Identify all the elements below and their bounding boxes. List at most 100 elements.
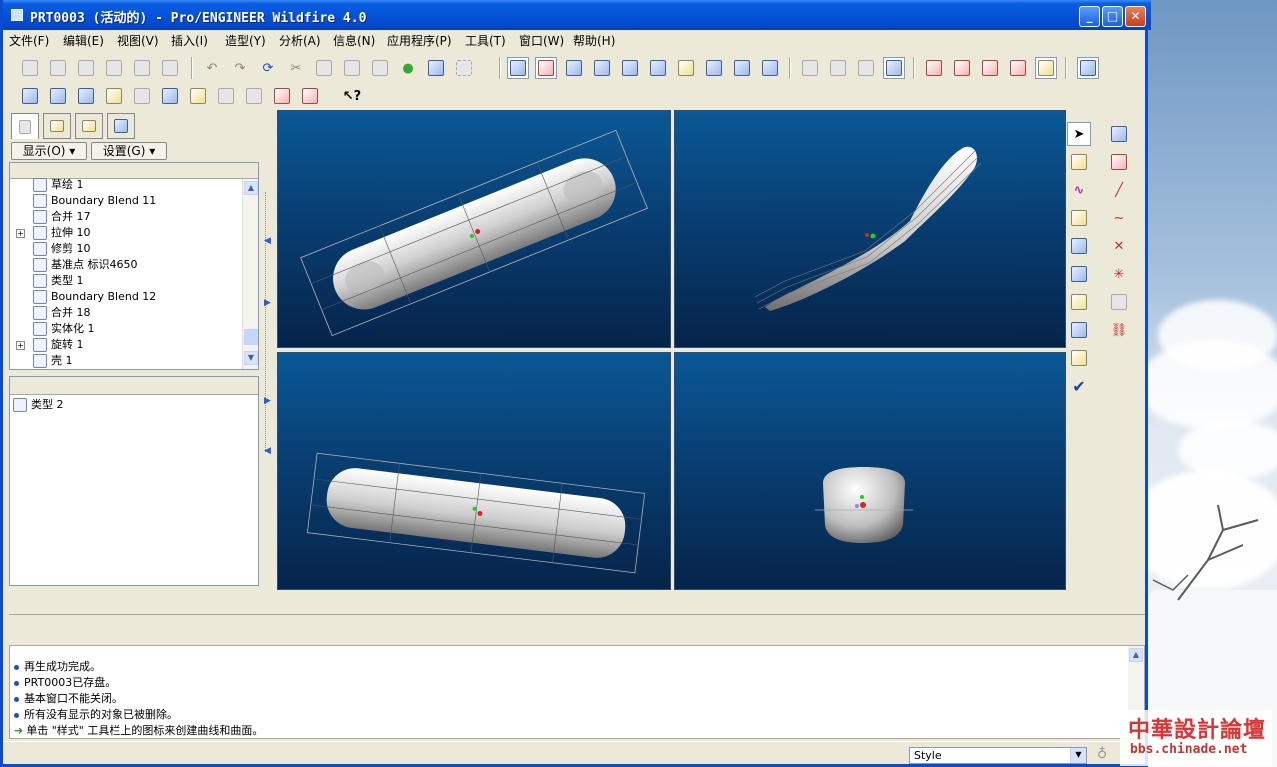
collapse-left-icon[interactable]: ◀ [264, 236, 271, 246]
show-dropdown[interactable]: 显示(O) ▾ [11, 142, 87, 160]
maximize-button[interactable]: □ [1102, 6, 1123, 27]
orient-mode-icon[interactable] [563, 57, 585, 79]
wireframe-icon[interactable] [799, 57, 821, 79]
expand-icon[interactable]: + [16, 341, 25, 350]
list-item[interactable]: 类型 2 [0, 397, 225, 413]
curve-from-cos-icon[interactable] [1107, 122, 1131, 146]
scroll-thumb[interactable] [244, 329, 258, 345]
delete-all-analysis-icon[interactable] [299, 85, 321, 107]
single-view-icon[interactable] [1077, 57, 1099, 79]
tab-folder-browser[interactable] [43, 113, 71, 139]
reorient-icon[interactable] [675, 57, 697, 79]
tree-row[interactable]: 壳 1 [10, 353, 245, 369]
menu-analysis[interactable]: 分析(A) [279, 32, 321, 49]
shaded-curvature-icon[interactable] [103, 85, 125, 107]
navigator-splitter[interactable]: ◀ ▶ ▶ ◀ [263, 112, 273, 590]
tree-row[interactable]: Boundary Blend 11 [10, 193, 245, 209]
tab-favorites[interactable] [75, 113, 103, 139]
tree-row[interactable]: 基准点 标识4650 [10, 257, 245, 273]
tab-model-tree[interactable] [11, 113, 39, 139]
offset-analysis-icon[interactable] [243, 85, 265, 107]
curve-analysis-icon[interactable] [19, 85, 41, 107]
scroll-up-icon[interactable]: ▲ [244, 181, 258, 195]
chevron-down-icon[interactable]: ▼ [1070, 748, 1086, 763]
minimize-button[interactable]: _ [1079, 6, 1100, 27]
draft-analysis-icon[interactable] [159, 85, 181, 107]
undo-icon[interactable]: ↶ [201, 57, 223, 79]
tree-scrollbar[interactable]: ▲ ▼ [242, 179, 258, 369]
surface-analysis-icon[interactable] [47, 85, 69, 107]
menu-applications[interactable]: 应用程序(P) [387, 32, 452, 49]
menu-edit[interactable]: 编辑(E) [63, 32, 104, 49]
context-help-icon[interactable]: ↖? [341, 85, 363, 107]
open-file-icon[interactable] [47, 57, 69, 79]
scroll-down-icon[interactable]: ▼ [244, 351, 258, 365]
print-icon[interactable] [103, 57, 125, 79]
viewport-bottom-right[interactable] [674, 352, 1066, 590]
menu-info[interactable]: 信息(N) [333, 32, 375, 49]
viewport-top-left[interactable] [277, 110, 671, 348]
saved-views-icon[interactable] [703, 57, 725, 79]
menu-window[interactable]: 窗口(W) [519, 32, 564, 49]
no-hidden-icon[interactable] [855, 57, 877, 79]
viewport-bottom-left[interactable] [277, 352, 671, 590]
cut-icon[interactable]: ✂ [285, 57, 307, 79]
section-analysis-icon[interactable] [215, 85, 237, 107]
close-button[interactable]: ✕ [1125, 6, 1146, 27]
datum-points-icon[interactable] [979, 57, 1001, 79]
collapse-left-icon[interactable]: ◀ [264, 446, 271, 456]
settings-dropdown[interactable]: 设置(G) ▾ [91, 142, 167, 160]
refit-icon[interactable] [647, 57, 669, 79]
internal-plane-icon[interactable] [1107, 150, 1131, 174]
tree-row[interactable]: 草绘 1 [10, 177, 245, 193]
drop-curve-icon[interactable]: ╱ [1107, 178, 1131, 202]
tree-row[interactable]: 修剪 10 [10, 241, 245, 257]
spin-center-icon[interactable] [535, 57, 557, 79]
paste-icon[interactable] [341, 57, 363, 79]
menu-file[interactable]: 文件(F) [9, 32, 49, 49]
offset-points-icon[interactable]: ✳ [1107, 262, 1131, 286]
expand-icon[interactable]: + [16, 229, 25, 238]
select-arrow-icon[interactable]: ➤ [1067, 122, 1091, 146]
slope-analysis-icon[interactable] [187, 85, 209, 107]
layers-icon[interactable] [731, 57, 753, 79]
tree-row[interactable]: 在此插入 [10, 369, 245, 370]
hidden-line-icon[interactable] [827, 57, 849, 79]
edit-curve-icon[interactable] [1067, 206, 1091, 230]
reflection-icon[interactable] [131, 85, 153, 107]
zoom-in-icon[interactable] [591, 57, 613, 79]
link-icon[interactable]: ⛓ [1107, 318, 1131, 342]
new-file-icon[interactable] [19, 57, 41, 79]
paste-special-icon[interactable] [369, 57, 391, 79]
expand-right-icon[interactable]: ▶ [264, 396, 271, 406]
shading-icon[interactable] [883, 57, 905, 79]
menu-help[interactable]: 帮助(H) [573, 32, 615, 49]
datum-planes-icon[interactable] [923, 57, 945, 79]
tree-row[interactable]: 实体化 1 [10, 321, 245, 337]
selection-box-icon[interactable] [453, 57, 475, 79]
tree-row[interactable]: 合并 18 [10, 305, 245, 321]
menu-insert[interactable]: 插入(I) [171, 32, 208, 49]
paint-curve-icon[interactable] [1067, 346, 1091, 370]
curvature-icon[interactable] [75, 85, 97, 107]
tree-row[interactable]: Boundary Blend 12 [10, 289, 245, 305]
tree-row[interactable]: 类型 1 [10, 273, 245, 289]
done-check-icon[interactable]: ✔ [1067, 374, 1091, 398]
tree-row[interactable]: + 拉伸 10 [10, 225, 245, 241]
filter-select[interactable]: Style ▼ [909, 747, 1087, 764]
copy-icon[interactable] [313, 57, 335, 79]
delete-analysis-icon[interactable] [271, 85, 293, 107]
email-icon[interactable] [131, 57, 153, 79]
redo-icon[interactable]: ↷ [229, 57, 251, 79]
find-icon[interactable] [425, 57, 447, 79]
save-icon[interactable] [75, 57, 97, 79]
surface-icon[interactable] [1067, 234, 1091, 258]
connect-surface-icon[interactable] [1067, 262, 1091, 286]
reference-grid-icon[interactable] [1107, 290, 1131, 314]
curve-on-surface-icon[interactable]: ∼ [1107, 206, 1131, 230]
tree-row[interactable]: + 旋转 1 [10, 337, 245, 353]
menu-tools[interactable]: 工具(T) [465, 32, 506, 49]
menu-styling[interactable]: 造型(Y) [225, 32, 266, 49]
annotation-display-icon[interactable] [1035, 57, 1057, 79]
datum-axes-icon[interactable] [951, 57, 973, 79]
